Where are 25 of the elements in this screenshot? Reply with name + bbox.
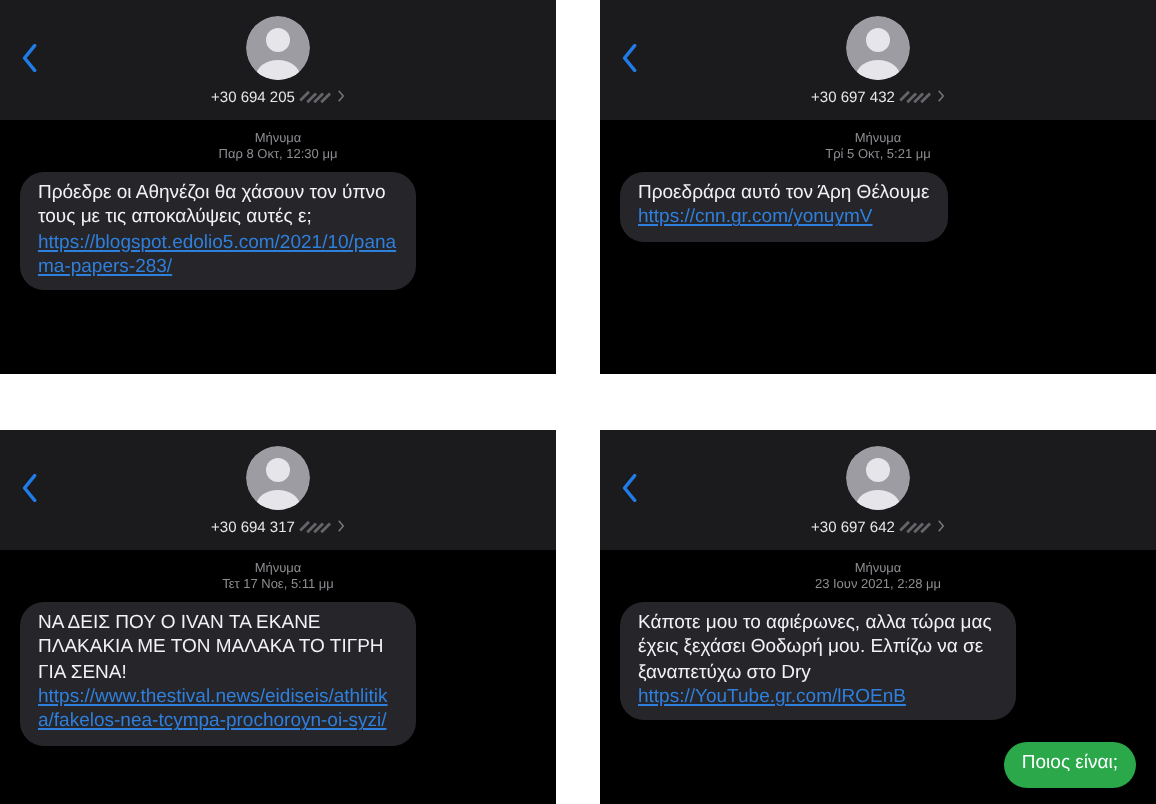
message-text: Πρόεδρε οι Αθηνέζοι θα χάσουν τον ύπνο τους με τις αποκαλύψεις αυτές ε; [38, 182, 388, 232]
avatar-icon[interactable] [845, 445, 910, 509]
message-link[interactable]: https://cnn.gr.com/yonuymV [638, 206, 930, 232]
avatar-icon[interactable] [245, 445, 310, 509]
redaction-smudge [298, 89, 335, 103]
message-text: Προεδράρα αυτό τον Άρη Θέλουμε [638, 182, 930, 207]
avatar-icon[interactable] [845, 15, 910, 79]
message-link[interactable]: https://YouTube.gr.com/lROEnB [638, 686, 998, 711]
message-text: Κάποτε μου το αφιέρωνες, αλλα τώρα μας έχεις ξεχάσει Θοδωρή μου. Ελπίζω να σε ξαναπετύχω στο Dry [638, 612, 994, 687]
message-link[interactable]: https://www.thestival.news/eidiseis/athlitika/fakelos-nea-tcympa-prochoroyn-oi-syzi/ [38, 686, 398, 736]
chevron-icon[interactable] [938, 90, 945, 102]
avatar-icon[interactable] [245, 15, 310, 79]
chevron-icon[interactable] [338, 90, 345, 102]
back-icon[interactable] [622, 474, 638, 502]
message-text: ΝΑ ΔΕΙΣ ΠΟΥ Ο IVAN ΤΑ ΕΚΑΝΕ ΠΛΑΚΑΚΙΑ ΜΕ ΤΟΝ ΜΑΛΑΚΑ ΤΟ ΤΙΓΡΗ ΓΙΑ ΣΕΝΑ! [38, 612, 386, 687]
message-link[interactable]: https://blogspot.edolio5.com/2021/10/panama-papers-283/ [38, 231, 398, 281]
redaction-smudge [898, 519, 935, 533]
message-text: Ποιος είναι; [1021, 752, 1118, 778]
back-icon[interactable] [22, 474, 38, 502]
redaction-smudge [298, 519, 335, 533]
back-icon[interactable] [622, 44, 638, 72]
chevron-icon[interactable] [338, 520, 345, 532]
chevron-icon[interactable] [938, 520, 945, 532]
redaction-smudge [898, 89, 935, 103]
back-icon[interactable] [22, 44, 38, 72]
